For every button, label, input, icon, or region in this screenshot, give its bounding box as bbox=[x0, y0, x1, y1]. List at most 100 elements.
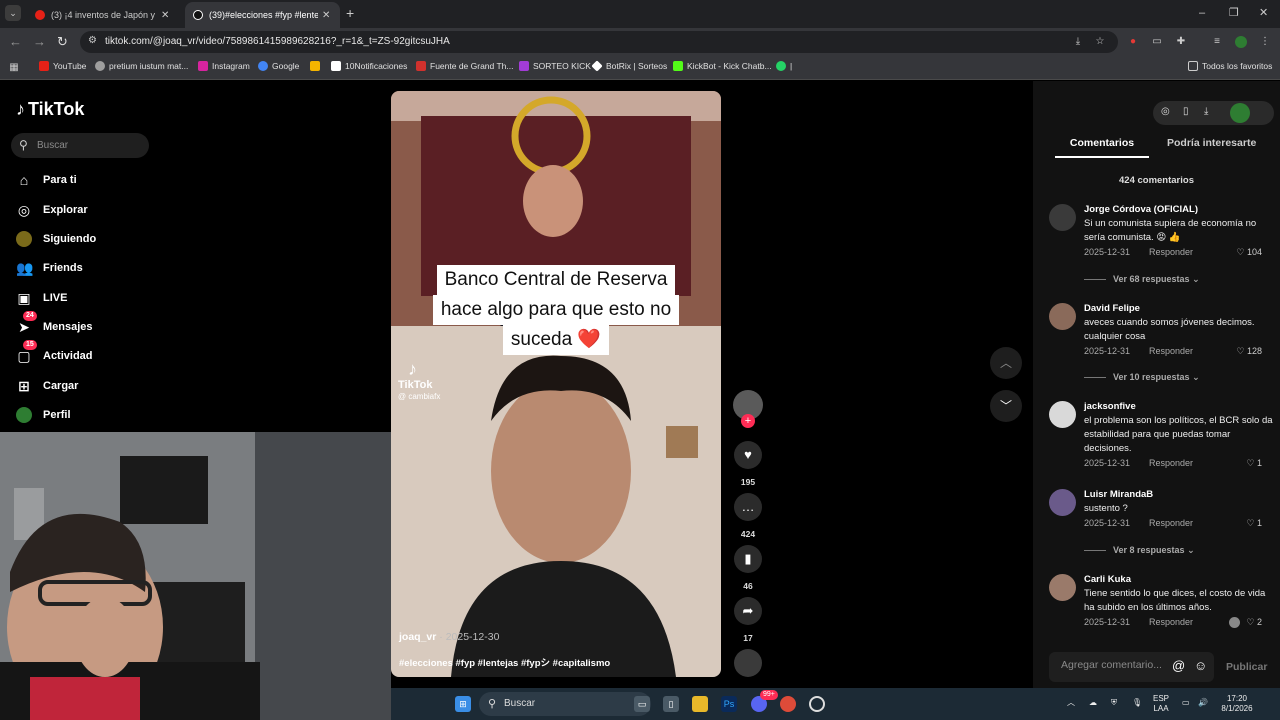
volume-icon[interactable]: 🔊 bbox=[1198, 698, 1208, 708]
bookmark-whatsapp[interactable]: | bbox=[776, 61, 792, 71]
site-info-icon[interactable]: ⚙ bbox=[88, 35, 97, 46]
publish-button[interactable]: Publicar bbox=[1226, 661, 1267, 673]
tab-comentarios[interactable]: Comentarios bbox=[1055, 137, 1149, 158]
comment-like-button[interactable]: ♡ 104 bbox=[1236, 247, 1262, 258]
back-icon[interactable]: ← bbox=[9, 34, 22, 50]
nav-live[interactable]: ▣ LIVE bbox=[16, 287, 67, 309]
microphone-icon[interactable]: 🎙 bbox=[1132, 698, 1142, 708]
task-view-icon[interactable]: ▭ bbox=[634, 696, 650, 712]
commenter-avatar[interactable] bbox=[1049, 489, 1076, 516]
comment-like-button[interactable]: ♡ 128 bbox=[1236, 346, 1262, 357]
comment-like-button[interactable]: ♡ 1 bbox=[1246, 458, 1262, 469]
close-window-icon[interactable]: ✕ bbox=[1259, 6, 1268, 20]
windows-start-icon[interactable]: ⊞ bbox=[455, 696, 471, 712]
bookmark-star-icon[interactable]: ☆ bbox=[1094, 36, 1106, 48]
close-tab-icon[interactable]: ✕ bbox=[322, 10, 332, 21]
media-controls-icon[interactable]: ≡ bbox=[1211, 36, 1223, 48]
apps-grid-icon[interactable]: ▦ bbox=[8, 62, 20, 74]
view-replies-button[interactable]: Ver 8 respuestas ⌄ bbox=[1084, 545, 1195, 556]
search-icon[interactable]: ⚲ bbox=[19, 138, 28, 152]
bookmark-kickbot[interactable]: KickBot - Kick Chatb... bbox=[673, 61, 772, 71]
clock[interactable]: 17:20 8/1/2026 bbox=[1217, 694, 1257, 714]
nav-perfil[interactable]: Perfil bbox=[16, 404, 71, 426]
bookmark-icon[interactable]: ▮ bbox=[734, 545, 762, 573]
video-hashtags[interactable]: #elecciones #fyp #lentejas #fypシ #capita… bbox=[399, 655, 610, 669]
extensions-puzzle-icon[interactable]: ✚ bbox=[1175, 36, 1187, 48]
previous-video-button[interactable]: ︿ bbox=[990, 347, 1022, 379]
extension-card-icon[interactable]: ▭ bbox=[1151, 36, 1163, 48]
commenter-avatar[interactable] bbox=[1049, 574, 1076, 601]
emoji-icon[interactable]: ☺ bbox=[1194, 658, 1207, 673]
bookmark-pinwheel[interactable] bbox=[310, 61, 324, 71]
bookmark-pretium[interactable]: pretium iustum mat... bbox=[95, 61, 188, 71]
nav-siguiendo[interactable]: Siguiendo bbox=[16, 228, 96, 250]
app-icon[interactable]: ▯ bbox=[663, 696, 679, 712]
chrome-menu-icon[interactable]: ⋮ bbox=[1259, 36, 1271, 48]
extension-red-icon[interactable]: ● bbox=[1127, 36, 1139, 48]
music-disc-action[interactable] bbox=[733, 649, 763, 677]
music-disc-icon[interactable] bbox=[734, 649, 762, 677]
share-action[interactable]: ➦ 17 bbox=[733, 597, 763, 643]
tray-overflow-icon[interactable]: ︿ bbox=[1067, 698, 1075, 708]
bookmark-instagram[interactable]: Instagram bbox=[198, 61, 250, 71]
search-input[interactable] bbox=[37, 137, 142, 154]
taskbar-search[interactable]: ⚲ Buscar bbox=[479, 692, 651, 716]
address-bar[interactable]: ⚙ tiktok.com/@joaq_vr/video/758986141598… bbox=[80, 31, 1118, 53]
tiktok-logo[interactable]: ♪ TikTok bbox=[16, 99, 84, 120]
install-app-icon[interactable]: ⤓ bbox=[1072, 36, 1084, 48]
reply-button[interactable]: Responder bbox=[1149, 617, 1193, 627]
reply-button[interactable]: Responder bbox=[1149, 247, 1193, 257]
compass-icon[interactable]: ◎ bbox=[1161, 106, 1170, 117]
tab-podria-interesarte[interactable]: Podría interesarte bbox=[1167, 137, 1256, 149]
reply-button[interactable]: Responder bbox=[1149, 518, 1193, 528]
follow-plus-icon[interactable]: + bbox=[741, 414, 755, 428]
new-tab-icon[interactable]: + bbox=[346, 6, 354, 20]
restore-icon[interactable]: ❐ bbox=[1229, 6, 1239, 20]
video-author[interactable]: joaq_vr bbox=[399, 631, 436, 643]
nav-friends[interactable]: 👥 Friends bbox=[16, 257, 83, 279]
view-replies-button[interactable]: Ver 10 respuestas ⌄ bbox=[1084, 372, 1200, 383]
minimize-icon[interactable]: – bbox=[1199, 6, 1205, 20]
reply-button[interactable]: Responder bbox=[1149, 346, 1193, 356]
network-icon[interactable]: ▭ bbox=[1182, 698, 1190, 708]
close-tab-icon[interactable]: ✕ bbox=[161, 10, 171, 21]
reload-icon[interactable]: ↻ bbox=[57, 34, 68, 50]
nav-explorar[interactable]: ◎ Explorar bbox=[16, 199, 88, 221]
chrome-icon[interactable] bbox=[780, 696, 796, 712]
photoshop-icon[interactable]: Ps bbox=[721, 696, 737, 712]
bookmark-sorteo-kick[interactable]: SORTEO KICK bbox=[519, 61, 591, 71]
comment-icon[interactable]: … bbox=[734, 493, 762, 521]
mention-icon[interactable]: @ bbox=[1172, 658, 1185, 673]
bookmark-youtube[interactable]: YouTube bbox=[39, 61, 86, 71]
save-action[interactable]: ▮ 46 bbox=[733, 545, 763, 591]
discord-icon[interactable]: 99+ bbox=[751, 690, 778, 712]
bookmark-grand-theft[interactable]: Fuente de Grand Th... bbox=[416, 61, 513, 71]
nav-para-ti[interactable]: ⌂ Para ti bbox=[16, 169, 77, 191]
nav-mensajes[interactable]: ➤ 24 Mensajes bbox=[16, 311, 93, 338]
language-indicator[interactable]: ESP LAA bbox=[1153, 694, 1169, 714]
reply-button[interactable]: Responder bbox=[1149, 458, 1193, 468]
next-video-button[interactable]: ﹀ bbox=[990, 390, 1022, 422]
all-bookmarks-folder[interactable]: Todos los favoritos bbox=[1188, 61, 1272, 71]
commenter-name[interactable]: jacksonfive bbox=[1084, 401, 1276, 412]
onedrive-icon[interactable]: ☁ bbox=[1089, 698, 1097, 708]
browser-tab-youtube[interactable]: (3) ¡4 inventos de Japón y Corea ✕ bbox=[27, 2, 179, 28]
comment-input[interactable] bbox=[1061, 659, 1161, 671]
bookmark-botrix[interactable]: BotRix | Sorteos bbox=[591, 60, 667, 72]
commenter-name[interactable]: Jorge Córdova (OFICIAL) bbox=[1084, 204, 1276, 215]
nav-cargar[interactable]: ⊞ Cargar bbox=[16, 375, 78, 397]
forward-icon[interactable]: → bbox=[33, 34, 46, 50]
security-icon[interactable]: ⛨ bbox=[1111, 698, 1117, 708]
comment-like-button[interactable]: ♡ 1 bbox=[1246, 518, 1262, 529]
tab-search-icon[interactable]: ⌄ bbox=[5, 5, 21, 21]
comment-action[interactable]: … 424 bbox=[733, 493, 763, 539]
download-icon[interactable]: ⤓ bbox=[1204, 106, 1208, 117]
video-player[interactable]: Banco Central de Reserva hace algo para … bbox=[391, 91, 721, 677]
share-icon[interactable]: ➦ bbox=[734, 597, 762, 625]
nav-actividad[interactable]: ▢ 15 Actividad bbox=[16, 340, 93, 367]
bookmark-notificaciones[interactable]: 10Notificaciones bbox=[331, 61, 407, 71]
commenter-avatar[interactable] bbox=[1049, 303, 1076, 330]
user-avatar-icon[interactable] bbox=[1230, 103, 1250, 123]
heart-icon[interactable]: ♥ bbox=[734, 441, 762, 469]
like-action[interactable]: ♥ 195 bbox=[733, 441, 763, 487]
